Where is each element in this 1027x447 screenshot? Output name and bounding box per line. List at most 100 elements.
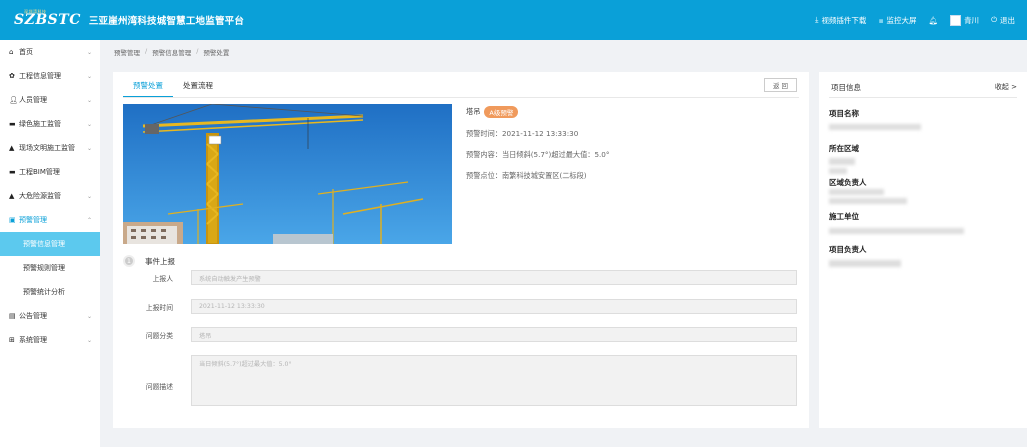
plugin-download-label: 视频插件下载	[821, 15, 867, 25]
sidebar-item-label: 系统管理	[19, 336, 47, 344]
alert-icon: ▲	[9, 144, 15, 152]
warning-icon: ▲	[9, 192, 15, 200]
top-bar: 深圳湾科技 SZBSTC 三亚崖州湾科技城智慧工地监管平台 ⤓ 视频插件下载 ▪ …	[0, 0, 1027, 40]
sidebar-item-notice[interactable]: ▤ 公告管理 ⌄	[0, 304, 100, 328]
warning-content: 预警内容：当日倾斜(5.7°)超过最大值：5.0°	[466, 150, 610, 159]
sidebar: ⌂ 首页 ⌄ ✿ 工程信息管理 ⌄ 👤︎ 人员管理 ⌄ ▬ 绿色施工监管 ⌄ ▲…	[0, 40, 100, 447]
breadcrumb-item[interactable]: 预警管理	[114, 47, 140, 57]
tab-process[interactable]: 处置流程	[173, 78, 223, 97]
sidebar-subitem-warning-rules[interactable]: 预警规则管理	[0, 256, 100, 280]
report-time-field[interactable]: 2021-11-12 13:33:30	[191, 299, 797, 314]
region-value	[829, 158, 855, 165]
problem-description-label: 问题描述	[145, 383, 173, 391]
sidebar-subitem-warning-info[interactable]: 预警信息管理	[0, 232, 100, 256]
monitor-screen-label: 监控大屏	[886, 15, 917, 25]
sidebar-item-label: 人员管理	[19, 96, 47, 104]
project-manager-label: 项目负责人	[829, 245, 867, 254]
bell-icon: 🔔︎	[928, 15, 939, 25]
app-title: 三亚崖州湾科技城智慧工地监管平台	[88, 16, 245, 27]
tab-divider	[123, 97, 799, 98]
warning-location: 预警点位：南繁科技城安置区(二标段)	[466, 171, 587, 180]
step-indicator: 1	[123, 255, 135, 267]
sidebar-item-label: 预警管理	[19, 216, 47, 224]
grid-icon: ⊞	[9, 336, 15, 344]
event-report-header: 1 事件上报	[123, 255, 175, 267]
tab-bar: 预警处置 处置流程	[123, 78, 223, 97]
project-manager-value	[829, 260, 901, 267]
chevron-down-icon: ⌄	[86, 72, 92, 80]
main-panel: 预警处置 处置流程 返 回 塔吊 A级预警 预警时间：2021-11-12 13…	[113, 72, 809, 428]
collapse-button[interactable]: 收起 >	[995, 82, 1017, 92]
warning-header: 塔吊 A级预警	[466, 106, 609, 118]
problem-description-field[interactable]: 当日倾斜(5.7°)超过最大值：5.0°	[191, 355, 797, 406]
monitor-screen-button[interactable]: ▪ 监控大屏	[878, 15, 916, 26]
event-report-title: 事件上报	[145, 256, 175, 266]
reporter-field[interactable]: 系统自动触发产生预警	[191, 270, 797, 285]
project-name-value	[829, 124, 921, 130]
warning-time: 预警时间：2021-11-12 13:33:30	[466, 129, 579, 138]
chevron-down-icon: ⌄	[86, 312, 92, 320]
sidebar-item-warning[interactable]: ▣ 预警管理 ⌃	[0, 208, 100, 232]
user-name: 青川	[964, 15, 980, 25]
sidebar-subitem-warning-stats[interactable]: 预警统计分析	[0, 280, 100, 304]
chevron-down-icon: ⌄	[86, 96, 92, 104]
notification-button[interactable]: 🔔︎	[929, 16, 939, 25]
monitor-icon: ▪	[878, 15, 884, 25]
breadcrumb-current: 预警处置	[203, 49, 230, 57]
region-manager-value-2	[829, 198, 907, 204]
plugin-download-button[interactable]: ⤓ 视频插件下载	[815, 15, 866, 26]
home-icon: ⌂	[9, 48, 14, 56]
avatar	[950, 14, 962, 26]
region-manager-value	[829, 189, 884, 195]
download-icon: ⤓	[815, 15, 819, 24]
warning-photo	[123, 104, 452, 244]
logo: 深圳湾科技 SZBSTC 三亚崖州湾科技城智慧工地监管平台	[14, 9, 245, 28]
region-manager-label: 区域负责人	[829, 178, 867, 187]
chevron-down-icon: ⌄	[86, 48, 92, 56]
breadcrumb-separator: /	[145, 47, 148, 55]
sidebar-item-label: 工程BIM管理	[19, 168, 60, 176]
power-icon: ⏻	[991, 15, 997, 24]
logout-button[interactable]: ⏻ 退出	[991, 15, 1015, 26]
notice-icon: ▤	[9, 312, 16, 320]
project-name-label: 项目名称	[829, 109, 859, 118]
sidebar-item-system[interactable]: ⊞ 系统管理 ⌄	[0, 328, 100, 352]
breadcrumb-separator: /	[196, 47, 199, 55]
user-icon: 👤︎	[9, 96, 18, 104]
sidebar-item-green[interactable]: ▬ 绿色施工监管 ⌄	[0, 112, 100, 136]
logout-label: 退出	[1000, 15, 1015, 25]
sidebar-item-label: 公告管理	[19, 312, 47, 320]
sidebar-item-civil[interactable]: ▲ 现场文明施工监管 ⌄	[0, 136, 100, 160]
bim-icon: ▬	[9, 168, 16, 176]
breadcrumb-item[interactable]: 预警信息管理	[152, 47, 191, 57]
sidebar-item-personnel[interactable]: 👤︎ 人员管理 ⌄	[0, 88, 100, 112]
sidebar-item-label: 绿色施工监管	[19, 120, 61, 128]
tab-disposal[interactable]: 预警处置	[123, 78, 173, 97]
sidebar-item-bim[interactable]: ▬ 工程BIM管理	[0, 160, 100, 184]
breadcrumb: 预警管理 / 预警信息管理 / 预警处置	[114, 47, 229, 57]
user-menu[interactable]: 青川	[950, 14, 980, 26]
sidebar-item-hazard[interactable]: ▲ 大危险源监管 ⌄	[0, 184, 100, 208]
chevron-down-icon: ⌄	[86, 192, 92, 200]
sidebar-item-label: 工程信息管理	[19, 72, 61, 80]
panel-divider	[829, 97, 1017, 98]
sidebar-item-label: 现场文明施工监管	[19, 144, 75, 152]
problem-category-label: 问题分类	[145, 332, 173, 340]
chevron-up-icon: ⌃	[86, 216, 92, 224]
chevron-down-icon: ⌄	[86, 144, 92, 152]
region-label: 所在区域	[829, 144, 859, 153]
bell-icon: ▣	[9, 216, 16, 224]
sidebar-item-home[interactable]: ⌂ 首页 ⌄	[0, 40, 100, 64]
sidebar-item-label: 大危险源监管	[19, 192, 61, 200]
construction-unit-value	[829, 228, 964, 234]
warning-details: 塔吊 A级预警 预警时间：2021-11-12 13:33:30 预警内容：当日…	[466, 106, 609, 181]
logo-tagline: 深圳湾科技	[24, 9, 47, 14]
logo-mark: 深圳湾科技 SZBSTC	[14, 9, 81, 28]
sidebar-item-project-info[interactable]: ✿ 工程信息管理 ⌄	[0, 64, 100, 88]
sidebar-item-label: 首页	[19, 48, 33, 56]
back-button[interactable]: 返 回	[764, 78, 797, 92]
problem-category-field[interactable]: 塔吊	[191, 327, 797, 342]
monitor-icon: ▬	[9, 120, 16, 128]
reporter-label: 上报人	[152, 275, 173, 283]
project-info-panel: 项目信息 收起 > 项目名称 所在区域 区域负责人 施工单位 项目负责人	[819, 72, 1027, 428]
